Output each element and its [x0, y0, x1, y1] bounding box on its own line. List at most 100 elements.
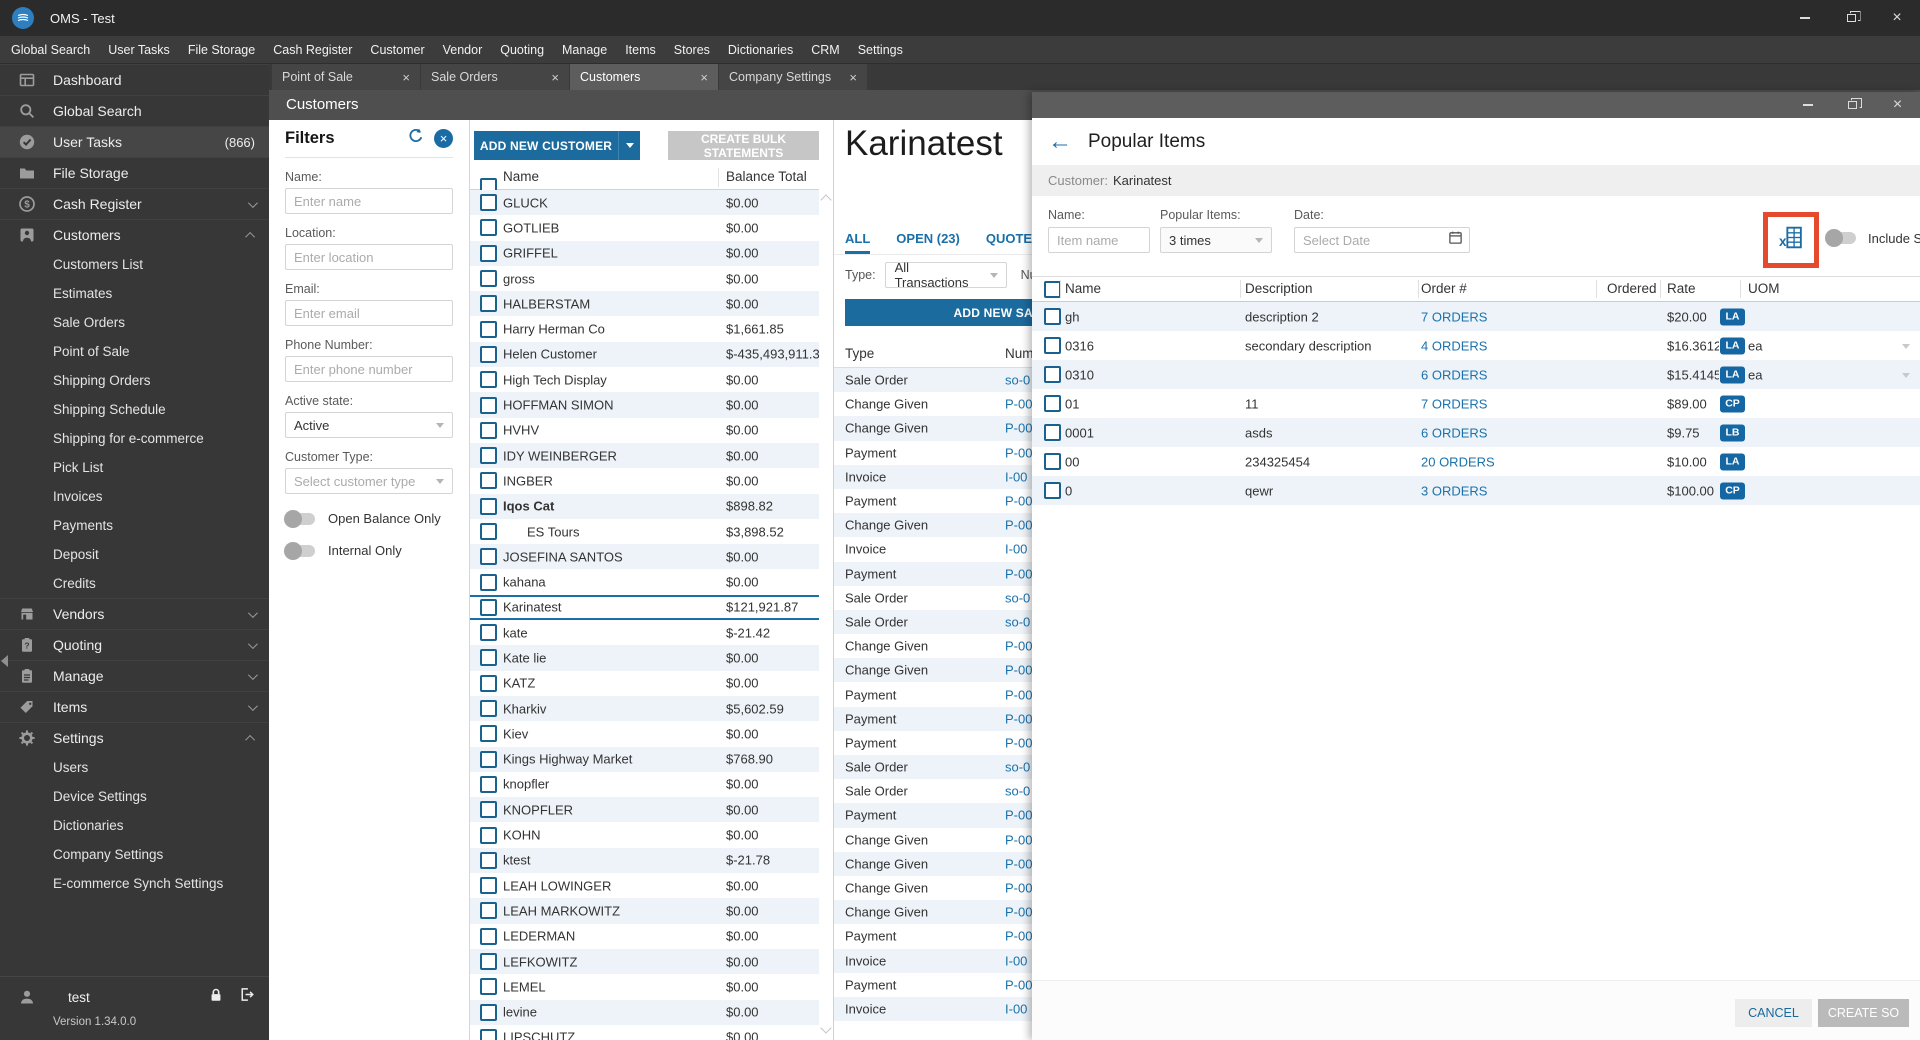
sidebar-item-settings[interactable]: Settings [0, 722, 269, 753]
logout-icon[interactable] [238, 986, 255, 1008]
row-checkbox[interactable] [480, 1028, 497, 1040]
location-input[interactable] [285, 244, 453, 270]
table-row[interactable]: LEAH MARKOWITZ $0.00 [470, 898, 819, 924]
row-checkbox[interactable] [480, 902, 497, 920]
back-arrow-icon[interactable]: ← [1048, 129, 1072, 154]
transaction-number-link[interactable]: P-00 [1005, 566, 1032, 581]
transaction-number-link[interactable]: P-00 [1005, 832, 1032, 847]
row-checkbox[interactable] [1044, 366, 1061, 383]
row-checkbox[interactable] [480, 978, 497, 996]
transaction-number-link[interactable]: P-00 [1005, 518, 1032, 533]
create-bulk-statements-button[interactable]: CREATE BULK STATEMENTS [668, 131, 819, 160]
column-header-uom[interactable]: UOM [1748, 281, 1780, 296]
scroll-up-icon[interactable] [820, 194, 832, 206]
table-row[interactable]: 0316 secondary description 4 ORDERS $16.361… [1032, 331, 1920, 360]
row-checkbox[interactable] [480, 953, 497, 971]
table-row[interactable]: Kharkiv $5,602.59 [470, 695, 819, 722]
row-checkbox[interactable] [480, 320, 497, 338]
table-row[interactable]: 0 qewr 3 ORDERS $100.00 CP [1032, 476, 1920, 505]
table-row[interactable]: 0310 6 ORDERS $15.4145 LA ea [1032, 360, 1920, 389]
row-checkbox[interactable] [480, 927, 497, 945]
table-row[interactable]: Karinatest $121,921.87 [470, 594, 819, 621]
table-row[interactable]: 01 11 7 ORDERS $89.00 CP [1032, 389, 1920, 418]
row-checkbox[interactable] [480, 573, 497, 591]
include-so-toggle[interactable] [1825, 229, 1856, 247]
transaction-number-link[interactable]: I-00 [1005, 953, 1027, 968]
table-row[interactable]: ktest $-21.78 [470, 847, 819, 874]
table-row[interactable]: HALBERSTAM $0.00 [470, 291, 819, 317]
orders-link[interactable]: 6 ORDERS [1421, 425, 1487, 440]
transaction-number-link[interactable]: P-00 [1005, 905, 1032, 920]
sidebar-subitem-company-settings[interactable]: Company Settings [0, 840, 269, 869]
table-row[interactable]: GRIFFEL $0.00 [470, 240, 819, 266]
table-row[interactable]: Harry Herman Co $1,661.85 [470, 316, 819, 341]
sidebar-subitem-deposit[interactable]: Deposit [0, 540, 269, 569]
table-row[interactable]: LEDERMAN $0.00 [470, 924, 819, 949]
orders-link[interactable]: 20 ORDERS [1421, 454, 1495, 469]
chevron-down-icon[interactable] [1902, 343, 1910, 349]
sidebar-subitem-credits[interactable]: Credits [0, 569, 269, 598]
sidebar-subitem-invoices[interactable]: Invoices [0, 482, 269, 511]
column-header-order[interactable]: Order # [1421, 281, 1467, 296]
internal-only-toggle[interactable] [284, 541, 315, 560]
transaction-number-link[interactable]: P-00 [1005, 663, 1032, 678]
row-checkbox[interactable] [480, 725, 497, 743]
table-row[interactable]: KOHN $0.00 [470, 822, 819, 847]
sidebar-item-cash-register[interactable]: $ Cash Register [0, 188, 269, 219]
name-input[interactable] [285, 188, 453, 214]
table-row[interactable]: levine $0.00 [470, 999, 819, 1025]
table-row[interactable]: kate $-21.42 [470, 620, 819, 645]
menu-item-file-storage[interactable]: File Storage [179, 36, 264, 64]
sidebar-subitem-shipping-orders[interactable]: Shipping Orders [0, 366, 269, 395]
menu-item-global-search[interactable]: Global Search [2, 36, 99, 64]
table-row[interactable]: Iqos Cat $898.82 [470, 493, 819, 519]
tab-close-icon[interactable]: × [849, 70, 857, 85]
table-row[interactable]: High Tech Display $0.00 [470, 367, 819, 392]
close-button[interactable]: × [1874, 0, 1920, 36]
table-row[interactable]: Helen Customer $-435,493,911.35 [470, 341, 819, 368]
customer-type-select[interactable]: Select customer type [285, 468, 453, 494]
column-header-type[interactable]: Type [845, 346, 874, 361]
create-so-button[interactable]: CREATE SO [1818, 999, 1909, 1027]
sidebar-item-quoting[interactable]: ? Quoting [0, 629, 269, 660]
table-row[interactable]: LEFKOWITZ $0.00 [470, 948, 819, 975]
date-input[interactable] [1294, 227, 1470, 253]
row-checkbox[interactable] [480, 851, 497, 869]
row-checkbox[interactable] [480, 750, 497, 768]
row-checkbox[interactable] [480, 497, 497, 515]
row-checkbox[interactable] [480, 624, 497, 642]
sidebar-subitem-users[interactable]: Users [0, 753, 269, 782]
excel-export-icon[interactable]: x [1778, 224, 1805, 256]
select-all-items-checkbox[interactable] [1044, 281, 1061, 298]
table-row[interactable]: kahana $0.00 [470, 569, 819, 594]
email-input[interactable] [285, 300, 453, 326]
active-state-select[interactable]: Active [285, 412, 453, 438]
row-checkbox[interactable] [480, 396, 497, 414]
sidebar-subitem-customers-list[interactable]: Customers List [0, 250, 269, 279]
sidebar-subitem-payments[interactable]: Payments [0, 511, 269, 540]
sidebar-subitem-sale-orders[interactable]: Sale Orders [0, 308, 269, 337]
row-checkbox[interactable] [480, 244, 497, 262]
menu-item-stores[interactable]: Stores [665, 36, 719, 64]
open-balance-only-toggle[interactable] [284, 509, 315, 528]
table-row[interactable]: ES Tours $3,898.52 [470, 519, 819, 544]
lock-icon[interactable] [208, 987, 224, 1008]
row-checkbox[interactable] [480, 371, 497, 389]
transaction-number-link[interactable]: so-0 [1005, 614, 1030, 629]
add-new-customer-button[interactable]: ADD NEW CUSTOMER [474, 131, 618, 160]
menu-item-cash-register[interactable]: Cash Register [264, 36, 361, 64]
tab-customers[interactable]: Customers × [570, 64, 718, 90]
tab-close-icon[interactable]: × [551, 70, 559, 85]
orders-link[interactable]: 4 ORDERS [1421, 338, 1487, 353]
menu-item-dictionaries[interactable]: Dictionaries [719, 36, 802, 64]
transaction-number-link[interactable]: I-00 [1005, 542, 1027, 557]
sidebar-collapse-arrow-icon[interactable] [1, 655, 8, 667]
table-row[interactable]: LEAH LOWINGER $0.00 [470, 873, 819, 898]
transaction-number-link[interactable]: P-00 [1005, 494, 1032, 509]
column-header-rate[interactable]: Rate [1667, 281, 1696, 296]
transaction-number-link[interactable]: P-00 [1005, 977, 1032, 992]
row-checkbox[interactable] [480, 194, 497, 212]
table-row[interactable]: HOFFMAN SIMON $0.00 [470, 392, 819, 418]
sidebar-subitem-dictionaries[interactable]: Dictionaries [0, 811, 269, 840]
transaction-number-link[interactable]: so-0 [1005, 590, 1030, 605]
